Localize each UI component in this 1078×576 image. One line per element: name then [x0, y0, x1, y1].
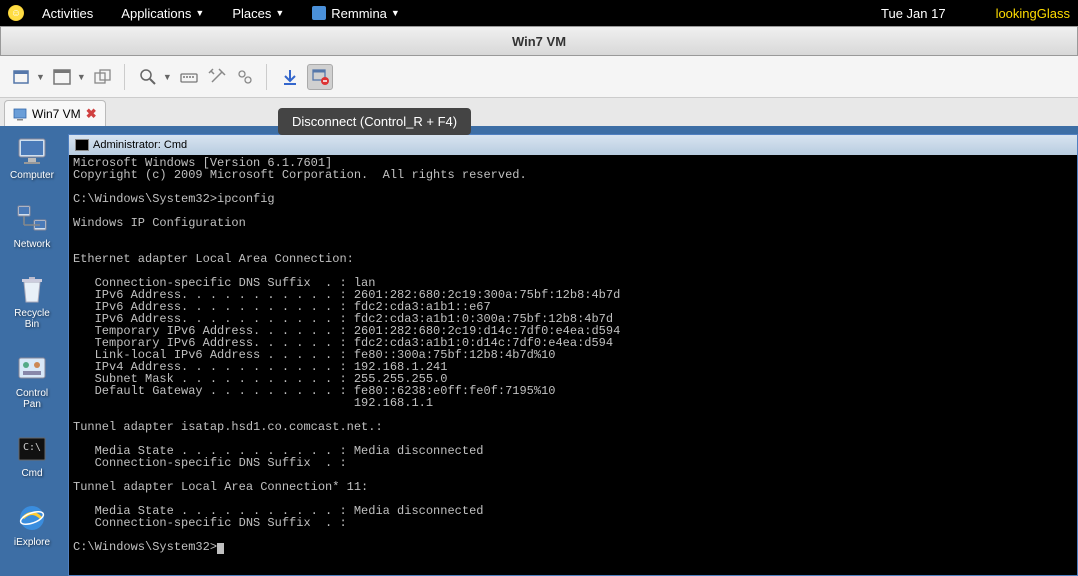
scaled-mode-button[interactable] [135, 64, 161, 90]
tab-label: Win7 VM [32, 107, 81, 121]
cursor [217, 543, 224, 554]
cmd-window[interactable]: Administrator: Cmd Microsoft Windows [Ve… [68, 134, 1078, 576]
vm-desktop[interactable]: Computer Network Recycle Bin Control Pan… [0, 126, 1078, 576]
chevron-down-icon: ▼ [391, 8, 400, 18]
fullscreen-icon [52, 67, 72, 87]
chevron-down-icon: ▼ [195, 8, 204, 18]
desktop-icons: Computer Network Recycle Bin Control Pan… [0, 126, 64, 576]
control-panel-icon [15, 352, 49, 386]
monitor-icon [15, 134, 49, 168]
download-icon [280, 67, 300, 87]
remmina-label: Remmina [331, 6, 387, 21]
face-icon: ☺ [8, 5, 24, 21]
remmina-icon [13, 107, 27, 121]
applications-label: Applications [121, 6, 191, 21]
cmd-title-text: Administrator: Cmd [93, 139, 187, 151]
user-menu[interactable]: lookingGlass [996, 6, 1070, 21]
window-title: Win7 VM [0, 26, 1078, 56]
gear-icon [235, 67, 255, 87]
tools-button[interactable] [232, 64, 258, 90]
close-icon[interactable]: ✖ [86, 106, 97, 122]
cmd-icon[interactable]: C:\ Cmd [6, 432, 58, 479]
recycle-bin-icon[interactable]: Recycle Bin [6, 272, 58, 330]
chevron-down-icon: ▼ [275, 8, 284, 18]
computer-icon[interactable]: Computer [6, 134, 58, 181]
control-panel-icon[interactable]: Control Pan [6, 352, 58, 410]
disconnect-button[interactable] [307, 64, 333, 90]
disconnect-icon [310, 67, 330, 87]
applications-menu[interactable]: Applications ▼ [121, 6, 204, 21]
tab-bar: Win7 VM ✖ [0, 98, 1078, 126]
tooltip: Disconnect (Control_R + F4) [278, 108, 471, 135]
remmina-toolbar: ▼ ▼ ▼ [0, 56, 1078, 98]
network-icon [15, 203, 49, 237]
places-menu[interactable]: Places ▼ [232, 6, 284, 21]
activities-menu[interactable]: Activities [42, 6, 93, 21]
remmina-menu[interactable]: Remmina ▼ [312, 6, 400, 21]
remmina-icon [312, 6, 326, 20]
tab-win7vm[interactable]: Win7 VM ✖ [4, 100, 106, 126]
cmd-output[interactable]: Microsoft Windows [Version 6.1.7601] Cop… [69, 155, 1077, 556]
chevron-down-icon[interactable]: ▼ [75, 70, 88, 84]
cmd-app-icon [75, 139, 89, 151]
chevron-down-icon[interactable]: ▼ [34, 70, 47, 84]
cmd-title-bar[interactable]: Administrator: Cmd [69, 135, 1077, 155]
switch-tab-button[interactable] [90, 64, 116, 90]
keyboard-icon [179, 67, 199, 87]
places-label: Places [232, 6, 271, 21]
iexplore-icon[interactable]: iExplore [6, 501, 58, 548]
grab-keyboard-button[interactable] [176, 64, 202, 90]
magnify-icon [138, 67, 158, 87]
minimize-button[interactable] [277, 64, 303, 90]
resize-window-button[interactable] [8, 64, 34, 90]
tabs-icon [93, 67, 113, 87]
tools-icon [207, 67, 227, 87]
network-icon[interactable]: Network [6, 203, 58, 250]
gnome-top-bar: ☺ Activities Applications ▼ Places ▼ Rem… [0, 0, 1078, 26]
trash-icon [15, 272, 49, 306]
terminal-icon: C:\ [15, 432, 49, 466]
window-icon [11, 67, 31, 87]
chevron-down-icon[interactable]: ▼ [161, 70, 174, 84]
ie-icon [15, 501, 49, 535]
svg-text:C:\: C:\ [23, 442, 41, 453]
fullscreen-button[interactable] [49, 64, 75, 90]
clock[interactable]: Tue Jan 17 [881, 6, 946, 21]
preferences-button[interactable] [204, 64, 230, 90]
